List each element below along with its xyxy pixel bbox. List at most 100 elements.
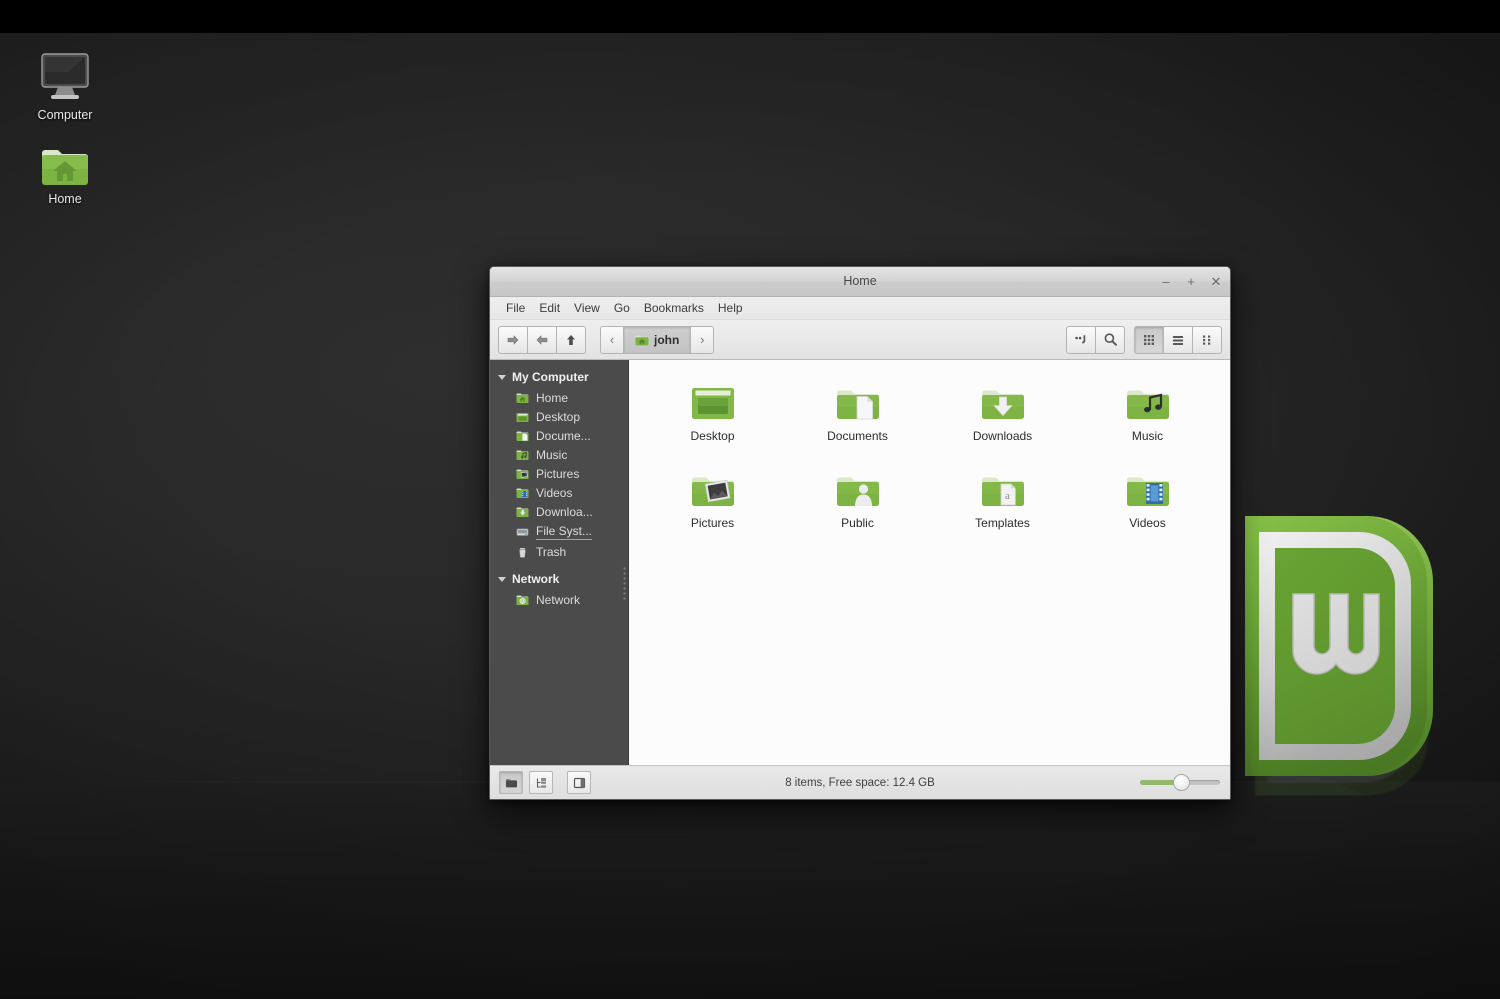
home-folder-icon — [13, 130, 117, 188]
maximize-button[interactable]: + — [1185, 267, 1197, 296]
status-text: 8 items, Free space: 12.4 GB — [490, 777, 1230, 789]
back-button[interactable] — [498, 326, 528, 354]
pictures-folder-icon — [640, 465, 785, 511]
list-view-icon — [1171, 333, 1185, 347]
sidebar-item-label: Pictures — [536, 467, 579, 481]
menu-view[interactable]: View — [568, 299, 606, 317]
search-icon — [1103, 332, 1118, 347]
music-folder-icon — [1075, 378, 1220, 424]
sidebar-item-home[interactable]: Home — [490, 388, 628, 407]
sidebar-item-label: File Syst... — [536, 524, 592, 540]
compact-view-icon — [1200, 333, 1214, 347]
places-sidebar[interactable]: My Computer Home Des — [490, 360, 629, 765]
home-folder-icon — [516, 392, 529, 404]
menu-help[interactable]: Help — [712, 299, 749, 317]
view-compact-button[interactable] — [1193, 326, 1222, 354]
chevron-down-icon — [498, 375, 506, 380]
chevron-right-icon[interactable]: › — [691, 327, 713, 353]
file-item-pictures[interactable]: Pictures — [640, 465, 785, 530]
sidebar-item-downloads[interactable]: Downloa... — [490, 502, 628, 521]
close-button[interactable]: ✕ — [1210, 267, 1222, 296]
toolbar-right-group — [1066, 326, 1222, 354]
harddisk-icon — [516, 526, 529, 538]
public-folder-icon — [785, 465, 930, 511]
file-item-desktop[interactable]: Desktop — [640, 378, 785, 443]
trash-icon — [516, 546, 529, 558]
file-item-downloads[interactable]: Downloads — [930, 378, 1075, 443]
forward-button[interactable] — [528, 326, 557, 354]
file-item-templates[interactable]: a Templates — [930, 465, 1075, 530]
network-folder-icon — [516, 594, 529, 606]
home-folder-icon — [635, 334, 649, 346]
file-item-label: Videos — [1075, 516, 1220, 530]
minimize-button[interactable]: – — [1160, 267, 1172, 296]
zoom-slider-knob[interactable] — [1173, 774, 1190, 791]
view-icon-grid-button[interactable] — [1134, 326, 1164, 354]
arrow-right-icon — [535, 333, 549, 347]
show-tree-icon — [535, 777, 548, 789]
sidebar-splitter-handle[interactable] — [623, 566, 626, 600]
sidebar-group-network[interactable]: Network — [490, 568, 628, 590]
zoom-slider[interactable] — [1140, 773, 1220, 793]
svg-text:a: a — [1005, 490, 1010, 502]
desktop-icon-computer[interactable]: Computer — [13, 46, 117, 122]
sidebar-item-file-system[interactable]: File Syst... — [490, 521, 628, 542]
sidebar-item-label: Music — [536, 448, 567, 462]
window-body: My Computer Home Des — [490, 360, 1230, 765]
view-list-button[interactable] — [1164, 326, 1193, 354]
menubar[interactable]: File Edit View Go Bookmarks Help — [490, 297, 1230, 320]
sidebar-item-network[interactable]: Network — [490, 590, 628, 609]
sidebar-group-label: My Computer — [512, 370, 589, 384]
up-button[interactable] — [557, 326, 586, 354]
breadcrumb[interactable]: ‹ john › — [600, 326, 714, 354]
sidebar-group-my-computer[interactable]: My Computer — [490, 366, 628, 388]
window-titlebar[interactable]: Home – + ✕ — [490, 267, 1230, 297]
search-button[interactable] — [1096, 326, 1125, 354]
desktop-folder-icon — [516, 411, 529, 423]
breadcrumb-item-john[interactable]: john — [623, 327, 691, 353]
file-item-documents[interactable]: Documents — [785, 378, 930, 443]
downloads-folder-icon — [516, 506, 529, 518]
chevron-left-icon[interactable]: ‹ — [601, 327, 623, 353]
desktop-icon-label: Computer — [13, 108, 117, 122]
sidebar-item-label: Trash — [536, 545, 566, 559]
sidebar-item-label: Docume... — [536, 429, 591, 443]
statusbar[interactable]: 8 items, Free space: 12.4 GB — [490, 765, 1230, 799]
sidebar-item-videos[interactable]: Videos — [490, 483, 628, 502]
desktop[interactable]: Computer Home Home – + ✕ File — [0, 0, 1500, 999]
file-list-view[interactable]: Desktop Documents — [629, 360, 1230, 765]
sidebar-item-desktop[interactable]: Desktop — [490, 407, 628, 426]
window-title: Home — [490, 267, 1230, 296]
sidebar-item-label: Home — [536, 391, 568, 405]
menu-edit[interactable]: Edit — [533, 299, 566, 317]
file-item-public[interactable]: Public — [785, 465, 930, 530]
icon-grid: Desktop Documents — [630, 360, 1230, 530]
sidebar-item-label: Videos — [536, 486, 572, 500]
desktop-icon-home[interactable]: Home — [13, 130, 117, 206]
show-extra-pane-button[interactable] — [567, 771, 591, 794]
path-entry-toggle-button[interactable] — [1066, 326, 1096, 354]
file-manager-window[interactable]: Home – + ✕ File Edit View Go Bookmarks H… — [489, 266, 1231, 800]
pictures-folder-icon — [516, 468, 529, 480]
sidebar-item-trash[interactable]: Trash — [490, 542, 628, 561]
menu-go[interactable]: Go — [608, 299, 636, 317]
breadcrumb-label: john — [654, 333, 679, 347]
menu-file[interactable]: File — [500, 299, 531, 317]
sidebar-item-pictures[interactable]: Pictures — [490, 464, 628, 483]
sidebar-item-music[interactable]: Music — [490, 445, 628, 464]
file-item-label: Pictures — [640, 516, 785, 530]
file-item-videos[interactable]: Videos — [1075, 465, 1220, 530]
monitor-icon — [13, 46, 117, 104]
show-tree-button[interactable] — [529, 771, 553, 794]
show-places-button[interactable] — [499, 771, 523, 794]
linux-mint-logo — [1215, 512, 1445, 802]
toolbar[interactable]: ‹ john › — [490, 320, 1230, 360]
sidebar-item-documents[interactable]: Docume... — [490, 426, 628, 445]
documents-folder-icon — [516, 430, 529, 442]
file-item-label: Downloads — [930, 429, 1075, 443]
chevron-down-icon — [498, 577, 506, 582]
music-folder-icon — [516, 449, 529, 461]
file-item-label: Music — [1075, 429, 1220, 443]
menu-bookmarks[interactable]: Bookmarks — [638, 299, 710, 317]
file-item-music[interactable]: Music — [1075, 378, 1220, 443]
